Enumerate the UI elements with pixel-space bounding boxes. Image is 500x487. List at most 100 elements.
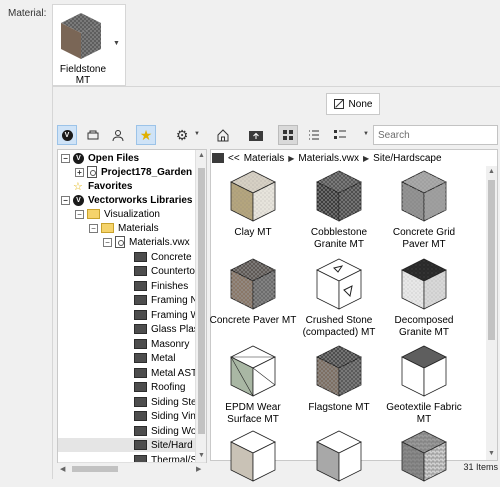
settings-dropdown-icon[interactable]: ▼ bbox=[194, 131, 200, 137]
tree-item-folder[interactable]: Countertop bbox=[134, 264, 200, 278]
breadcrumb-item[interactable]: Materials bbox=[244, 153, 285, 164]
tree-item-folder[interactable]: Finishes bbox=[134, 279, 188, 293]
detail-view-icon bbox=[334, 130, 346, 139]
tree-item-vectorworks-libraries[interactable]: − V Vectorworks Libraries bbox=[61, 193, 193, 207]
collapse-icon[interactable]: − bbox=[61, 195, 70, 205]
tree-item-materials-vwx[interactable]: − Materials.vwx bbox=[103, 235, 190, 249]
material-item[interactable] bbox=[379, 428, 469, 487]
scroll-up-icon[interactable]: ▲ bbox=[198, 152, 205, 159]
cloud-libraries-button[interactable] bbox=[83, 125, 103, 145]
tree-item-folder[interactable]: Siding Vin bbox=[134, 409, 196, 423]
folder-icon bbox=[134, 295, 147, 305]
material-item-label-line2: Granite MT bbox=[398, 327, 449, 338]
material-item-label-line1: Geotextile Fabric bbox=[386, 402, 462, 413]
settings-button[interactable]: ⚙ bbox=[172, 125, 192, 145]
material-item[interactable] bbox=[294, 428, 384, 487]
fieldstone-thumbnail bbox=[61, 13, 101, 59]
user-libraries-button[interactable] bbox=[108, 125, 128, 145]
tree-item-favorites[interactable]: ☆ Favorites bbox=[73, 179, 132, 193]
scroll-thumb[interactable] bbox=[488, 180, 495, 340]
search-input[interactable]: Search bbox=[373, 125, 498, 145]
favorites-button[interactable]: ★ bbox=[136, 125, 156, 145]
material-item[interactable]: Decomposed Granite MT bbox=[379, 256, 469, 339]
material-item-label-line1: Concrete Grid bbox=[392, 227, 456, 238]
tree-label: Materials.vwx bbox=[129, 236, 190, 248]
scroll-thumb[interactable] bbox=[198, 168, 205, 434]
material-item-label: EPDM Wear Surface MT bbox=[208, 402, 298, 426]
folder-icon bbox=[87, 209, 100, 219]
tree-item-open-files[interactable]: − V Open Files bbox=[61, 151, 139, 165]
scroll-down-icon[interactable]: ▼ bbox=[488, 450, 495, 457]
scroll-thumb[interactable] bbox=[72, 466, 118, 472]
folder-icon bbox=[134, 310, 147, 320]
material-thumbnail bbox=[316, 345, 362, 397]
item-count: 31 Items bbox=[463, 462, 498, 472]
material-item[interactable]: Geotextile Fabric MT bbox=[379, 343, 469, 426]
tree-item-folder[interactable]: Glass Plas bbox=[134, 322, 199, 336]
tree-vertical-scrollbar[interactable]: ▲ ▼ bbox=[195, 150, 206, 462]
scroll-up-icon[interactable]: ▲ bbox=[488, 168, 495, 175]
scroll-down-icon[interactable]: ▼ bbox=[198, 452, 205, 459]
material-item[interactable]: Concrete Paver MT bbox=[208, 256, 298, 327]
collapse-icon[interactable]: − bbox=[75, 209, 84, 219]
expand-icon[interactable]: + bbox=[75, 167, 84, 177]
tree-item-visualization[interactable]: − Visualization bbox=[75, 207, 160, 221]
material-item-label-line1: Concrete Paver MT bbox=[209, 315, 297, 326]
tree-item-folder[interactable]: Siding Ste bbox=[134, 395, 197, 409]
grid-view-button[interactable] bbox=[278, 125, 298, 145]
material-item[interactable]: Crushed Stone (compacted) MT bbox=[294, 256, 384, 339]
tree-item-folder[interactable]: Framing N bbox=[134, 293, 198, 307]
file-icon bbox=[87, 166, 97, 178]
grid-vertical-scrollbar[interactable]: ▲ ▼ bbox=[486, 166, 497, 460]
material-dropdown-icon[interactable]: ▼ bbox=[113, 40, 120, 47]
up-folder-button[interactable] bbox=[246, 125, 266, 145]
library-tree[interactable]: − V Open Files + Project178_Garden ☆ Fav… bbox=[57, 149, 207, 463]
detail-view-button[interactable] bbox=[330, 125, 350, 145]
home-button[interactable] bbox=[213, 125, 233, 145]
scroll-right-icon[interactable]: ▶ bbox=[196, 465, 201, 473]
material-item[interactable]: Clay MT bbox=[208, 168, 298, 239]
folder-icon bbox=[134, 440, 147, 450]
tree-item-folder[interactable]: Metal bbox=[134, 351, 175, 365]
folder-icon bbox=[134, 339, 147, 349]
view-dropdown-icon[interactable]: ▼ bbox=[363, 131, 369, 137]
chevron-right-icon: ▶ bbox=[288, 153, 295, 163]
material-item-label: Concrete Grid Paver MT bbox=[379, 227, 469, 251]
collapse-icon[interactable]: − bbox=[89, 223, 98, 233]
tree-item-folder[interactable]: Framing W bbox=[134, 308, 200, 322]
collapse-icon[interactable]: − bbox=[103, 237, 112, 247]
breadcrumb-back[interactable]: << bbox=[228, 153, 240, 164]
tree-horizontal-scrollbar[interactable]: ◀ ▶ bbox=[58, 462, 206, 474]
star-icon: ☆ bbox=[73, 180, 83, 193]
breadcrumb-item[interactable]: Materials.vwx bbox=[298, 153, 359, 164]
tree-item-folder[interactable]: Siding Wo bbox=[134, 424, 196, 438]
scroll-left-icon[interactable]: ◀ bbox=[60, 465, 65, 473]
tree-item-folder[interactable]: Metal AST bbox=[134, 366, 197, 380]
tree-label: Metal bbox=[151, 352, 176, 364]
tree-label: Finishes bbox=[151, 280, 189, 292]
material-item[interactable] bbox=[208, 428, 298, 487]
material-item[interactable]: Cobblestone Granite MT bbox=[294, 168, 384, 251]
material-item[interactable]: Flagstone MT bbox=[294, 343, 384, 414]
list-view-button[interactable] bbox=[304, 125, 324, 145]
tree-item-folder[interactable]: Roofing bbox=[134, 380, 185, 394]
collapse-icon[interactable]: − bbox=[61, 153, 70, 163]
vectorworks-logo-icon: V bbox=[73, 152, 84, 164]
breadcrumb-item[interactable]: Site/Hardscape bbox=[373, 153, 441, 164]
tree-item-folder[interactable]: Masonry bbox=[134, 337, 189, 351]
tree-item-folder[interactable]: Concrete bbox=[134, 250, 192, 264]
tree-item-site-hardscape[interactable]: Site/Hard bbox=[58, 438, 196, 452]
tree-item-project-file[interactable]: + Project178_Garden bbox=[75, 165, 192, 179]
none-button[interactable]: None bbox=[326, 93, 380, 115]
tree-label: Site/Hard bbox=[151, 439, 193, 451]
none-icon bbox=[333, 99, 344, 109]
material-item-label-line1: Decomposed bbox=[394, 315, 454, 326]
material-item-label: Clay MT bbox=[208, 227, 298, 239]
material-thumbnail bbox=[316, 430, 362, 482]
tree-item-materials[interactable]: − Materials bbox=[89, 221, 159, 235]
material-item[interactable]: Concrete Grid Paver MT bbox=[379, 168, 469, 251]
vectorworks-libraries-button[interactable]: V bbox=[57, 125, 77, 145]
file-icon bbox=[115, 236, 125, 248]
material-item[interactable]: EPDM Wear Surface MT bbox=[208, 343, 298, 426]
tree-label: Framing N bbox=[151, 294, 198, 306]
